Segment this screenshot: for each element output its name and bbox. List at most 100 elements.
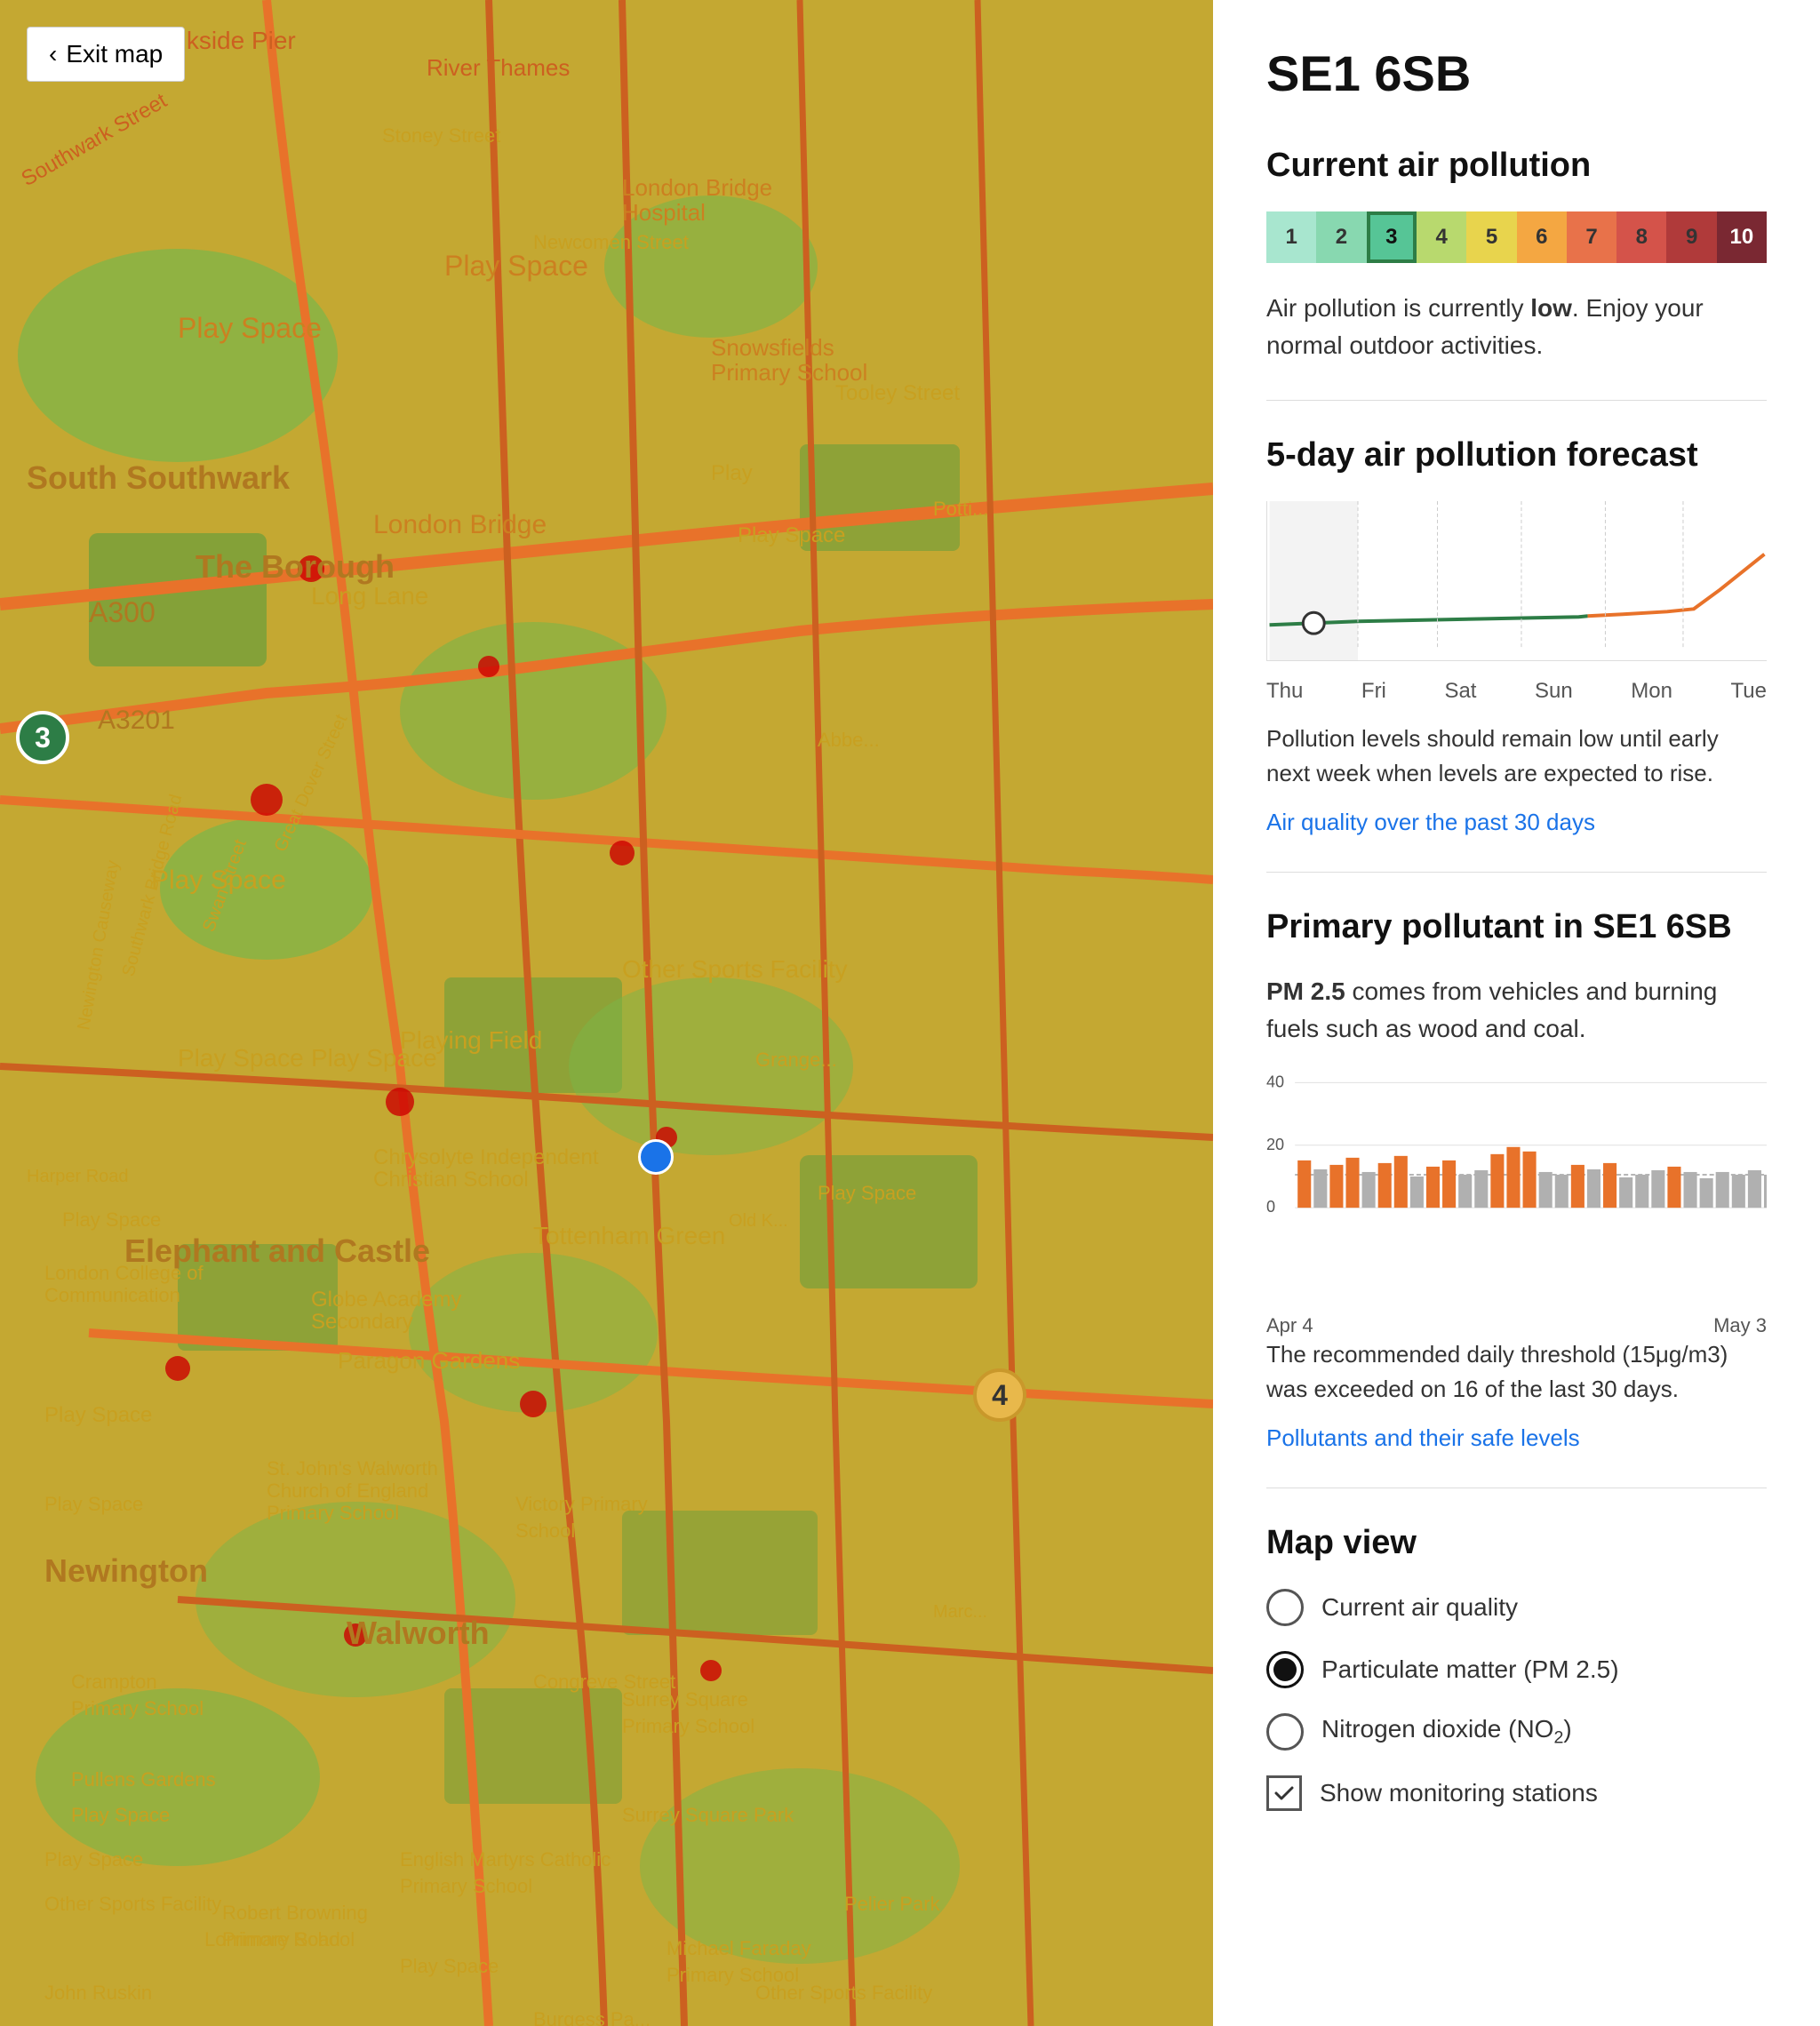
current-pollution-section: Current air pollution 1 2 3 4 5 6 7 8 9 … [1266, 147, 1767, 364]
svg-text:Long Lane: Long Lane [311, 582, 428, 610]
forecast-day-sun: Sun [1535, 679, 1573, 704]
forecast-day-mon: Mon [1631, 679, 1672, 704]
svg-text:Robert Browning: Robert Browning [222, 1902, 368, 1924]
svg-text:London College of: London College of [44, 1262, 204, 1284]
svg-text:St. John's Walworth: St. John's Walworth [267, 1457, 438, 1480]
map-section: Bankside Pier River Thames Southwark Str… [0, 0, 1213, 2026]
svg-text:Primary School: Primary School [222, 1928, 355, 1950]
radio-label-current: Current air quality [1321, 1593, 1518, 1622]
radio-inner-pm25 [1273, 1658, 1297, 1681]
radio-label-no2: Nitrogen dioxide (NO2) [1321, 1715, 1572, 1749]
forecast-day-thu: Thu [1266, 679, 1303, 704]
checkbox-label-stations: Show monitoring stations [1320, 1779, 1598, 1807]
svg-text:Surrey Square Park: Surrey Square Park [622, 1804, 794, 1826]
svg-text:John Ruskin: John Ruskin [44, 1982, 152, 2004]
aqi-scale: 1 2 3 4 5 6 7 8 9 10 [1266, 211, 1767, 263]
svg-text:A300: A300 [89, 596, 156, 628]
svg-text:Communication: Communication [44, 1284, 180, 1306]
svg-text:Playing Field: Playing Field [400, 1026, 542, 1054]
svg-text:A3201: A3201 [98, 706, 175, 735]
forecast-title: 5-day air pollution forecast [1266, 436, 1767, 475]
current-pollution-title: Current air pollution [1266, 147, 1767, 185]
svg-text:Harper Road: Harper Road [27, 1167, 129, 1186]
svg-text:Play Space: Play Space [44, 1848, 143, 1870]
radio-current-air-quality[interactable]: Current air quality [1266, 1589, 1767, 1626]
svg-text:Paragon Gardens: Paragon Gardens [338, 1347, 520, 1374]
checkbox-box-stations[interactable] [1266, 1775, 1302, 1811]
map-marker-location[interactable] [638, 1139, 674, 1175]
svg-text:Play Space: Play Space [44, 1493, 143, 1515]
svg-text:Old K...: Old K... [729, 1211, 788, 1231]
pm25-chart: 40 20 0 [1266, 1065, 1767, 1296]
svg-text:Stoney Street: Stoney Street [382, 124, 500, 147]
forecast-description: Pollution levels should remain low until… [1266, 722, 1767, 791]
svg-text:Play: Play [711, 461, 753, 485]
map-view-section: Map view Current air quality Particulate… [1266, 1524, 1767, 1811]
aqi-cell-5[interactable]: 5 [1466, 211, 1516, 263]
svg-text:The Borough: The Borough [196, 548, 395, 585]
aqi-cell-6[interactable]: 6 [1517, 211, 1567, 263]
svg-text:Play Space: Play Space [400, 1955, 499, 1977]
svg-text:Play Space: Play Space [44, 1403, 152, 1427]
svg-text:0: 0 [1266, 1198, 1275, 1216]
divider-2 [1266, 872, 1767, 873]
aqi-cell-3[interactable]: 3 [1367, 211, 1417, 263]
pollutant-name: PM 2.5 [1266, 977, 1345, 1005]
radio-circle-current[interactable] [1266, 1589, 1304, 1626]
svg-text:Church of England: Church of England [267, 1480, 428, 1502]
chart-start-date: Apr 4 [1266, 1314, 1313, 1337]
map-marker-3[interactable]: 3 [16, 711, 69, 764]
svg-text:Victory Primary: Victory Primary [515, 1493, 648, 1515]
forecast-day-sat: Sat [1444, 679, 1476, 704]
forecast-day-tue: Tue [1731, 679, 1767, 704]
map-marker-4[interactable]: 4 [973, 1368, 1026, 1422]
svg-text:Play Space: Play Space [178, 1044, 304, 1072]
aqi-level: low [1530, 294, 1572, 322]
svg-text:School: School [515, 1520, 575, 1542]
svg-text:Other Sports Facility: Other Sports Facility [622, 955, 848, 983]
pm25-svg: 40 20 0 [1266, 1065, 1767, 1296]
svg-text:Play Space: Play Space [62, 1208, 161, 1231]
radio-nitrogen-dioxide[interactable]: Nitrogen dioxide (NO2) [1266, 1713, 1767, 1751]
svg-text:Grange...: Grange... [755, 1049, 837, 1071]
aqi-description: Air pollution is currently low. Enjoy yo… [1266, 290, 1767, 364]
radio-circle-pm25[interactable] [1266, 1651, 1304, 1688]
aqi-cell-7[interactable]: 7 [1567, 211, 1616, 263]
forecast-section: 5-day air pollution forecast Thu [1266, 436, 1767, 836]
aqi-cell-1[interactable]: 1 [1266, 211, 1316, 263]
radio-particulate-matter[interactable]: Particulate matter (PM 2.5) [1266, 1651, 1767, 1688]
exit-map-button[interactable]: ‹ Exit map [27, 27, 185, 82]
past-30-days-link[interactable]: Air quality over the past 30 days [1266, 809, 1595, 835]
svg-text:Play Space: Play Space [178, 312, 322, 344]
aqi-cell-4[interactable]: 4 [1417, 211, 1466, 263]
svg-text:Pullens Gardens: Pullens Gardens [71, 1768, 216, 1791]
svg-text:Crampton: Crampton [71, 1671, 157, 1693]
aqi-cell-2[interactable]: 2 [1316, 211, 1366, 263]
aqi-cell-9[interactable]: 9 [1666, 211, 1716, 263]
forecast-chart [1266, 501, 1767, 661]
svg-text:Primary School: Primary School [71, 1697, 204, 1719]
chart-end-date: May 3 [1713, 1314, 1767, 1337]
back-arrow-icon: ‹ [49, 40, 57, 68]
aqi-desc-prefix: Air pollution is currently [1266, 294, 1530, 322]
divider-1 [1266, 400, 1767, 401]
svg-text:English Martyrs Catholic: English Martyrs Catholic [400, 1848, 611, 1870]
svg-text:Newcomen Street: Newcomen Street [533, 231, 689, 253]
svg-text:Primary School: Primary School [622, 1715, 754, 1737]
safe-levels-link[interactable]: Pollutants and their safe levels [1266, 1424, 1580, 1451]
svg-text:Marc...: Marc... [933, 1602, 987, 1622]
svg-text:20: 20 [1266, 1136, 1284, 1153]
svg-text:Tooley Street: Tooley Street [835, 381, 960, 405]
svg-text:River Thames: River Thames [427, 54, 570, 81]
svg-text:Potti...: Potti... [933, 498, 988, 520]
aqi-cell-10[interactable]: 10 [1717, 211, 1767, 263]
svg-text:Play Space: Play Space [738, 523, 845, 547]
svg-text:South Southwark: South Southwark [27, 459, 291, 496]
checkbox-monitoring-stations[interactable]: Show monitoring stations [1266, 1775, 1767, 1811]
aqi-cell-8[interactable]: 8 [1616, 211, 1666, 263]
map-view-title: Map view [1266, 1524, 1767, 1562]
primary-pollutant-section: Primary pollutant in SE1 6SB PM 2.5 come… [1266, 908, 1767, 1452]
svg-text:Primary School: Primary School [400, 1875, 532, 1897]
radio-circle-no2[interactable] [1266, 1713, 1304, 1751]
svg-text:Abbe...: Abbe... [818, 729, 880, 751]
